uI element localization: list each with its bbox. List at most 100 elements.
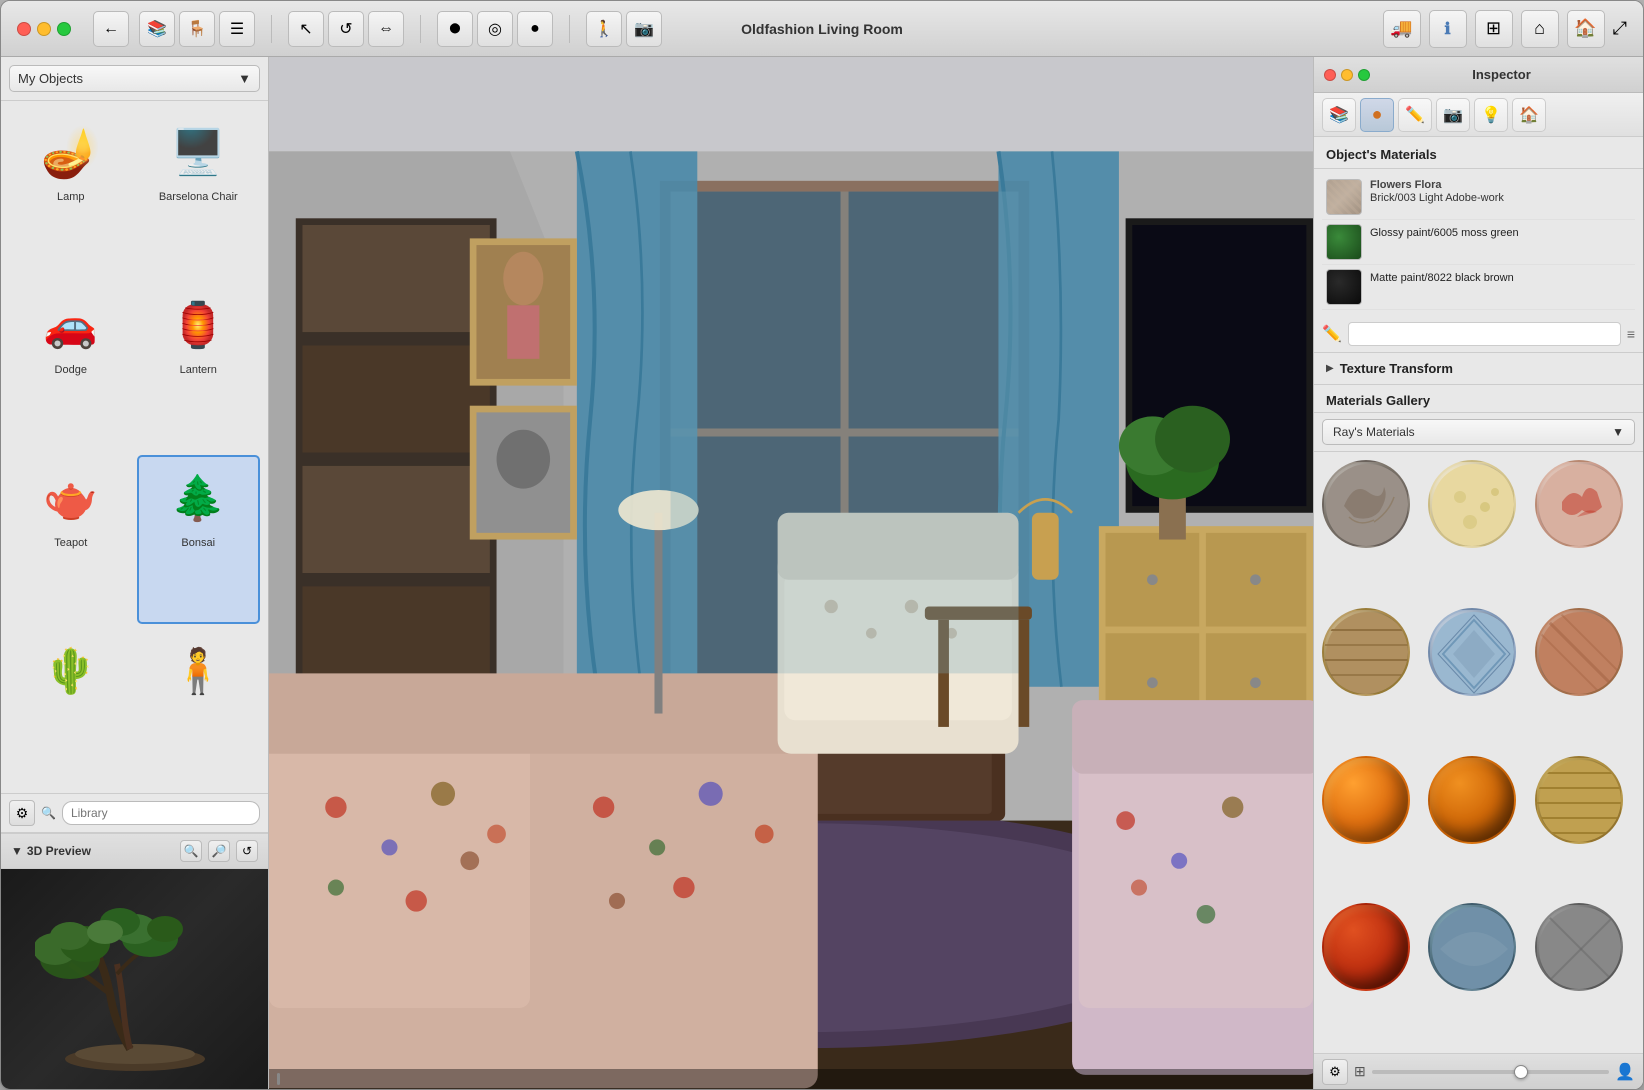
swatch-7[interactable] [1322, 756, 1410, 844]
gallery-dropdown[interactable]: Ray's Materials ▼ [1322, 419, 1635, 445]
info-icon: ℹ [1445, 19, 1451, 39]
avatar-icon[interactable]: 👤 [1615, 1062, 1635, 1082]
maximize-button[interactable] [57, 22, 71, 36]
window-title: Oldfashion Living Room [741, 21, 903, 37]
camera-tool-button[interactable]: 📷 [626, 11, 662, 47]
insp-house-icon: 🏠 [1519, 105, 1539, 125]
back-button[interactable]: ← [93, 11, 129, 47]
inspector-expand-button[interactable] [1358, 69, 1370, 81]
minimize-button[interactable] [37, 22, 51, 36]
object-item-chair[interactable]: 🖥️ Barselona Chair [137, 109, 261, 278]
expand-button[interactable]: ⤢ [1613, 18, 1627, 39]
zoom-in-icon: 🔍 [184, 844, 199, 858]
material-row-flowers[interactable]: Flowers Flora Brick/003 Light Adobe-work [1322, 175, 1635, 220]
inspector-minimize-button[interactable] [1341, 69, 1353, 81]
material-sublabel-flowers: Brick/003 Light Adobe-work [1370, 191, 1504, 205]
center-viewport[interactable] [269, 57, 1313, 1089]
size-slider[interactable] [1372, 1070, 1609, 1074]
refresh-button[interactable]: ↺ [236, 840, 258, 862]
material-swatch-matte [1326, 269, 1362, 305]
inspector-close-button[interactable] [1324, 69, 1336, 81]
object-item-lantern[interactable]: 🏮 Lantern [137, 282, 261, 451]
circle-icon: ◎ [488, 19, 502, 39]
object-item-car[interactable]: 🚗 Dodge [9, 282, 133, 451]
insp-house-button[interactable]: 🏠 [1512, 98, 1546, 132]
swatch-4[interactable] [1322, 608, 1410, 696]
inspector-bottom-bar: ⚙ ⊞ 👤 [1314, 1053, 1643, 1089]
swatch-2[interactable] [1428, 460, 1516, 548]
material-row-glossy[interactable]: Glossy paint/6005 moss green [1322, 220, 1635, 265]
swatch-6-pattern [1537, 610, 1623, 696]
gallery-header: Materials Gallery [1314, 385, 1643, 413]
layout-button[interactable]: ⊞ [1475, 10, 1513, 48]
rotate-icon: ↺ [339, 19, 352, 39]
swatch-10[interactable] [1322, 903, 1410, 991]
truck-button[interactable]: 🚚 [1383, 10, 1421, 48]
swatch-3[interactable] [1535, 460, 1623, 548]
walk-tool-button[interactable]: 🚶 [586, 11, 622, 47]
object-item-lamp[interactable]: 🪔 Lamp [9, 109, 133, 278]
rotate-tool-button[interactable]: ↺ [328, 11, 364, 47]
circle-tool-button[interactable]: ◎ [477, 11, 513, 47]
dot-icon: ● [530, 20, 540, 38]
back-icon: ← [103, 20, 119, 38]
search-input[interactable] [62, 801, 260, 825]
sphere-tool-button[interactable]: ⬤ [437, 11, 473, 47]
preview-header[interactable]: ▼ 3D Preview 🔍 🔎 ↺ [1, 834, 268, 869]
gallery-dropdown-row: Ray's Materials ▼ [1314, 413, 1643, 452]
insp-pencil-button[interactable]: ✏️ [1398, 98, 1432, 132]
swatch-11[interactable] [1428, 903, 1516, 991]
main-toolbar-group2: ↖ ↺ ⇔ [288, 11, 404, 47]
bonsai-icon: 🌲 [171, 472, 226, 524]
swatch-9[interactable] [1535, 756, 1623, 844]
swatch-8[interactable] [1428, 756, 1516, 844]
object-item-bonsai[interactable]: 🌲 Bonsai [137, 455, 261, 624]
close-button[interactable] [17, 22, 31, 36]
insp-catalog-button[interactable]: 📚 [1322, 98, 1356, 132]
inspector-toolbar: 📚 ● ✏️ 📷 💡 🏠 [1314, 93, 1643, 137]
insp-sphere-button[interactable]: ● [1360, 98, 1394, 132]
material-row-matte[interactable]: Matte paint/8022 black brown [1322, 265, 1635, 310]
house-button[interactable]: 🏠 [1567, 10, 1605, 48]
zoom-out-button[interactable]: 🔎 [208, 840, 230, 862]
object-item-flower[interactable]: 🌵 [9, 628, 133, 785]
list-view-button[interactable]: ☰ [219, 11, 255, 47]
select-tool-button[interactable]: ↖ [288, 11, 324, 47]
inspector-traffic-lights [1324, 69, 1370, 81]
pencil-icon[interactable]: ✏️ [1322, 324, 1342, 344]
layout-icon: ⊞ [1486, 18, 1501, 39]
zoom-in-button[interactable]: 🔍 [180, 840, 202, 862]
menu-icon[interactable]: ≡ [1627, 326, 1635, 342]
dot-tool-button[interactable]: ● [517, 11, 553, 47]
insp-bulb-button[interactable]: 💡 [1474, 98, 1508, 132]
lantern-icon-container: 🏮 [158, 290, 238, 360]
title-bar-left: ← 📚 🪑 ☰ ↖ ↺ [17, 11, 662, 47]
insp-camera-button[interactable]: 📷 [1436, 98, 1470, 132]
swatch-6[interactable] [1535, 608, 1623, 696]
scale-icon: ⇔ [378, 20, 394, 38]
furniture-button[interactable]: 🪑 [179, 11, 215, 47]
swatch-12[interactable] [1535, 903, 1623, 991]
dropdown-chevron-icon: ▼ [238, 71, 251, 86]
material-name-matte: Matte paint/8022 black brown [1370, 269, 1514, 286]
sidebar-search-bar: ⚙ 🔍 [1, 793, 268, 833]
inspector-gear-button[interactable]: ⚙ [1322, 1059, 1348, 1085]
object-item-teapot[interactable]: 🫖 Teapot [9, 455, 133, 624]
lantern-icon: 🏮 [171, 299, 226, 351]
sidebar-gear-button[interactable]: ⚙ [9, 800, 35, 826]
insp-sphere-icon: ● [1372, 104, 1383, 125]
teapot-label: Teapot [54, 537, 87, 549]
material-search-input[interactable] [1348, 322, 1621, 346]
swatch-5[interactable] [1428, 608, 1516, 696]
flower-icon-container: 🌵 [31, 636, 111, 706]
texture-transform-header[interactable]: ▶ Texture Transform [1314, 353, 1643, 384]
grid-icon[interactable]: ⊞ [1354, 1063, 1366, 1080]
object-item-figure[interactable]: 🧍 [137, 628, 261, 785]
floorplan-button[interactable]: ⌂ [1521, 10, 1559, 48]
catalog-button[interactable]: 📚 [139, 11, 175, 47]
info-button[interactable]: ℹ [1429, 10, 1467, 48]
objects-dropdown[interactable]: My Objects ▼ [9, 65, 260, 92]
swatch-1[interactable] [1322, 460, 1410, 548]
scale-tool-button[interactable]: ⇔ [368, 11, 404, 47]
main-toolbar-group3: ⬤ ◎ ● [437, 11, 553, 47]
